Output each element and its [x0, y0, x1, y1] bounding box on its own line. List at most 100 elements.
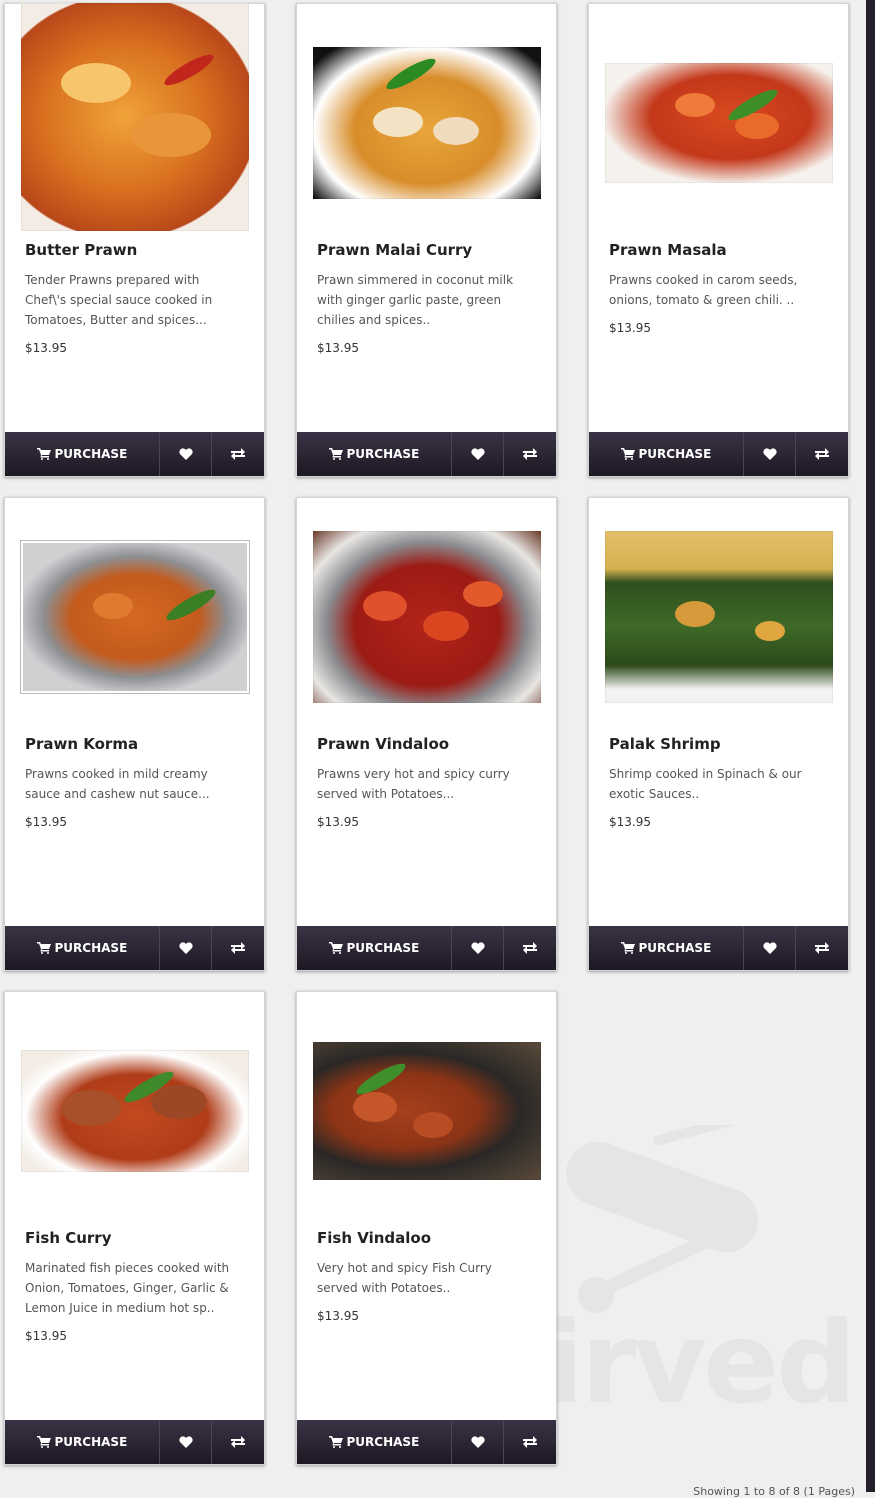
exchange-arrows-icon [231, 1436, 246, 1448]
compare-button[interactable] [212, 1420, 264, 1464]
shopping-cart-icon [328, 1436, 343, 1448]
product-thumbnail[interactable] [313, 14, 541, 232]
product-thumbnail[interactable] [605, 508, 833, 726]
heart-icon [470, 1436, 485, 1448]
product-price: $13.95 [609, 321, 651, 335]
wishlist-button[interactable] [160, 926, 213, 970]
product-name[interactable]: Butter Prawn [25, 241, 137, 259]
product-name[interactable]: Prawn Masala [609, 241, 727, 259]
wishlist-button[interactable] [452, 1420, 505, 1464]
purchase-label: PURCHASE [346, 447, 420, 461]
product-card: Prawn Malai Curry Prawn simmered in coco… [296, 3, 557, 477]
product-action-bar: PURCHASE [5, 926, 264, 970]
prawn-malai-curry-photo [313, 47, 541, 199]
wishlist-button[interactable] [452, 432, 505, 476]
utensils-watermark-icon [566, 1125, 758, 1313]
product-thumbnail[interactable] [313, 508, 541, 726]
product-name[interactable]: Prawn Vindaloo [317, 735, 449, 753]
product-name[interactable]: Prawn Korma [25, 735, 138, 753]
heart-icon [178, 448, 193, 460]
purchase-button[interactable]: PURCHASE [589, 432, 744, 476]
product-name[interactable]: Prawn Malai Curry [317, 241, 472, 259]
prawn-korma-photo [21, 541, 249, 693]
exchange-arrows-icon [231, 448, 246, 460]
page-edge-strip [866, 0, 875, 1492]
exchange-arrows-icon [523, 942, 538, 954]
heart-icon [178, 942, 193, 954]
compare-button[interactable] [504, 926, 556, 970]
product-price: $13.95 [25, 1329, 67, 1343]
exchange-arrows-icon [815, 942, 830, 954]
compare-button[interactable] [504, 432, 556, 476]
wishlist-button[interactable] [452, 926, 505, 970]
purchase-button[interactable]: PURCHASE [589, 926, 744, 970]
shopping-cart-icon [36, 942, 51, 954]
product-thumbnail[interactable] [605, 14, 833, 232]
product-card: Prawn Vindaloo Prawns very hot and spicy… [296, 497, 557, 971]
product-price: $13.95 [317, 815, 359, 829]
product-description: Marinated fish pieces cooked with Onion,… [25, 1261, 230, 1315]
product-action-bar: PURCHASE [5, 432, 264, 476]
purchase-button[interactable]: PURCHASE [5, 1420, 160, 1464]
purchase-label: PURCHASE [638, 447, 712, 461]
product-card: Fish Vindaloo Very hot and spicy Fish Cu… [296, 991, 557, 1465]
exchange-arrows-icon [815, 448, 830, 460]
product-name[interactable]: Fish Vindaloo [317, 1229, 431, 1247]
compare-button[interactable] [796, 926, 848, 970]
product-thumbnail[interactable] [21, 1002, 249, 1220]
product-price: $13.95 [25, 815, 67, 829]
product-card: Prawn Masala Prawns cooked in carom seed… [588, 3, 849, 477]
purchase-label: PURCHASE [54, 941, 128, 955]
product-action-bar: PURCHASE [297, 432, 556, 476]
product-price: $13.95 [25, 341, 67, 355]
product-thumbnail[interactable] [21, 3, 249, 232]
purchase-label: PURCHASE [346, 941, 420, 955]
heart-icon [762, 448, 777, 460]
product-description: Tender Prawns prepared with Chef\'s spec… [25, 273, 213, 327]
wishlist-button[interactable] [160, 432, 213, 476]
product-description: Prawns very hot and spicy curry served w… [317, 767, 510, 801]
product-action-bar: PURCHASE [589, 926, 848, 970]
product-description: Prawn simmered in coconut milk with ging… [317, 273, 514, 327]
purchase-label: PURCHASE [54, 447, 128, 461]
compare-button[interactable] [504, 1420, 556, 1464]
product-thumbnail[interactable] [313, 1002, 541, 1220]
compare-button[interactable] [796, 432, 848, 476]
product-action-bar: PURCHASE [297, 1420, 556, 1464]
wishlist-button[interactable] [744, 926, 797, 970]
exchange-arrows-icon [523, 1436, 538, 1448]
exchange-arrows-icon [231, 942, 246, 954]
purchase-button[interactable]: PURCHASE [297, 926, 452, 970]
purchase-button[interactable]: PURCHASE [297, 432, 452, 476]
fish-vindaloo-photo [313, 1042, 541, 1180]
product-action-bar: PURCHASE [5, 1420, 264, 1464]
product-name[interactable]: Palak Shrimp [609, 735, 721, 753]
fish-curry-photo [21, 1050, 249, 1172]
product-card: Prawn Korma Prawns cooked in mild creamy… [4, 497, 265, 971]
product-action-bar: PURCHASE [297, 926, 556, 970]
purchase-button[interactable]: PURCHASE [5, 432, 160, 476]
purchase-button[interactable]: PURCHASE [5, 926, 160, 970]
wishlist-button[interactable] [160, 1420, 213, 1464]
product-name[interactable]: Fish Curry [25, 1229, 111, 1247]
heart-icon [762, 942, 777, 954]
butter-prawn-photo [21, 3, 249, 231]
compare-button[interactable] [212, 432, 264, 476]
product-description: Very hot and spicy Fish Curry served wit… [317, 1261, 492, 1295]
exchange-arrows-icon [523, 448, 538, 460]
purchase-button[interactable]: PURCHASE [297, 1420, 452, 1464]
purchase-label: PURCHASE [638, 941, 712, 955]
prawn-masala-photo [605, 63, 833, 183]
product-price: $13.95 [317, 1309, 359, 1323]
product-price: $13.95 [609, 815, 651, 829]
product-description: Prawns cooked in carom seeds, onions, to… [609, 273, 798, 307]
product-price: $13.95 [317, 341, 359, 355]
compare-button[interactable] [212, 926, 264, 970]
product-card: Fish Curry Marinated fish pieces cooked … [4, 991, 265, 1465]
product-thumbnail[interactable] [21, 508, 249, 726]
prawn-vindaloo-photo [313, 531, 541, 703]
shopping-cart-icon [36, 1436, 51, 1448]
wishlist-button[interactable] [744, 432, 797, 476]
shopping-cart-icon [36, 448, 51, 460]
product-description: Shrimp cooked in Spinach & our exotic Sa… [609, 767, 802, 801]
